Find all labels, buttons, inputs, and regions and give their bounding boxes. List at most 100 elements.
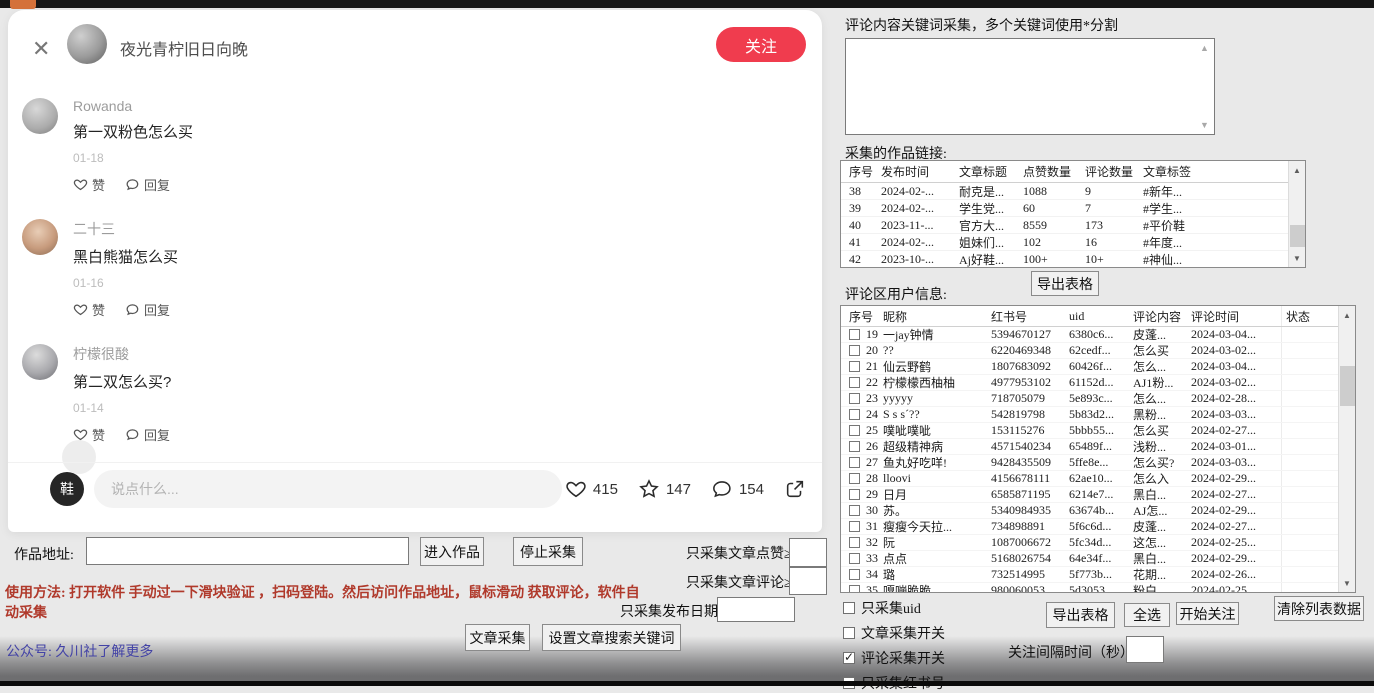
publish-date-input[interactable]	[717, 597, 795, 622]
row-checkbox[interactable]	[849, 393, 860, 404]
user-row[interactable]: 28 lloovi 4156678111 62ae10... 怎么入 2024-…	[841, 471, 1355, 487]
enter-article-button[interactable]: 进入作品	[420, 537, 484, 566]
user-row[interactable]: 34 璐 732514995 5f773b... 花期... 2024-02-2…	[841, 567, 1355, 583]
col-comment-count[interactable]: 评论数量	[1085, 163, 1143, 180]
col-comment-time[interactable]: 评论时间	[1191, 308, 1281, 325]
wechat-account-link[interactable]: 公众号: 久川社了解更多	[6, 641, 153, 661]
reply-button[interactable]: 回复	[125, 300, 170, 319]
user-row[interactable]: 21 仙云野鹤 1807683092 60426f... 怎么... 2024-…	[841, 359, 1355, 375]
row-checkbox[interactable]	[849, 345, 860, 356]
user-row[interactable]: 31 瘦瘦今天拉... 734898891 5f6c6d... 皮蓬... 20…	[841, 519, 1355, 535]
user-row[interactable]: 25 噗呲噗呲 153115276 5bbb55... 怎么买 2024-02-…	[841, 423, 1355, 439]
follow-button[interactable]: 关注	[716, 27, 806, 62]
articles-table-scrollbar[interactable]: ▲ ▼	[1288, 161, 1305, 267]
checkbox[interactable]	[843, 652, 855, 664]
export-users-button[interactable]: 导出表格	[1046, 602, 1115, 628]
col-like-count[interactable]: 点赞数量	[1023, 163, 1085, 180]
user-row[interactable]: 29 日月 6585871195 6214e7... 黑白... 2024-02…	[841, 487, 1355, 503]
author-name[interactable]: 夜光青柠旧日向晚	[120, 36, 248, 60]
scroll-up-icon[interactable]: ▲	[1197, 41, 1212, 55]
article-row[interactable]: 42 2023-10-... Aj好鞋... 100+ 10+ #神仙...	[841, 251, 1305, 268]
article-row[interactable]: 40 2023-11-... 官方大... 8559 173 #平价鞋	[841, 217, 1305, 234]
articles-table-header[interactable]: 序号 发布时间 文章标题 点赞数量 评论数量 文章标签	[841, 161, 1305, 183]
user-row[interactable]: 20 ?? 6220469348 62cedf... 怎么买 2024-03-0…	[841, 343, 1355, 359]
share-button[interactable]	[784, 478, 806, 500]
row-checkbox[interactable]	[849, 361, 860, 372]
clear-list-button[interactable]: 清除列表数据	[1274, 596, 1364, 621]
user-row[interactable]: 30 苏。 5340984935 63674b... AJ怎... 2024-0…	[841, 503, 1355, 519]
col-index[interactable]: 序号	[841, 163, 881, 180]
commenter-name[interactable]: Rowanda	[73, 98, 193, 114]
reply-button[interactable]: 回复	[125, 175, 170, 194]
author-avatar[interactable]	[67, 24, 107, 64]
row-checkbox[interactable]	[849, 329, 860, 340]
user-row[interactable]: 27 鱼丸好吃咩! 9428435509 5ffe8e... 怎么买? 2024…	[841, 455, 1355, 471]
user-row[interactable]: 35 嘎嘣脆脆 980060053 5d3053... 粉白 2024-02-2…	[841, 583, 1355, 593]
user-row[interactable]: 22 柠檬檬西柚柚 4977953102 61152d... AJ1粉... 2…	[841, 375, 1355, 391]
col-redbook-id[interactable]: 红书号	[991, 308, 1069, 325]
users-table-scrollbar[interactable]: ▲ ▼	[1338, 306, 1355, 592]
col-uid[interactable]: uid	[1069, 309, 1133, 324]
follow-interval-input[interactable]	[1126, 636, 1164, 663]
col-index[interactable]: 序号	[841, 308, 883, 325]
start-follow-button[interactable]: 开始关注	[1176, 602, 1239, 625]
row-checkbox[interactable]	[849, 489, 860, 500]
row-checkbox[interactable]	[849, 521, 860, 532]
close-icon[interactable]: ✕	[32, 36, 50, 62]
option-checkbox-row[interactable]: 只采集uid	[843, 598, 945, 618]
textarea-scrollbar[interactable]: ▲ ▼	[1197, 41, 1212, 132]
article-row[interactable]: 38 2024-02-... 耐克是... 1088 9 #新年...	[841, 183, 1305, 200]
col-status[interactable]: 状态	[1281, 306, 1331, 326]
row-checkbox[interactable]	[849, 425, 860, 436]
min-comments-input[interactable]	[789, 567, 827, 595]
article-collect-button[interactable]: 文章采集	[465, 624, 530, 651]
keyword-textarea[interactable]: ▲ ▼	[845, 38, 1215, 135]
user-row[interactable]: 26 超级精神病 4571540234 65489f... 浅粉... 2024…	[841, 439, 1355, 455]
row-checkbox[interactable]	[849, 569, 860, 580]
commenter-avatar[interactable]	[22, 344, 58, 380]
row-checkbox[interactable]	[849, 505, 860, 516]
row-checkbox[interactable]	[849, 537, 860, 548]
scroll-down-icon[interactable]: ▼	[1289, 250, 1305, 266]
article-row[interactable]: 39 2024-02-... 学生党... 60 7 #学生...	[841, 200, 1305, 217]
reply-button[interactable]: 回复	[125, 425, 170, 444]
export-articles-button[interactable]: 导出表格	[1031, 271, 1099, 296]
col-article-tags[interactable]: 文章标签	[1143, 163, 1223, 180]
col-article-title[interactable]: 文章标题	[959, 163, 1023, 180]
user-row[interactable]: 19 一jay钟情 5394670127 6380c6... 皮蓬... 202…	[841, 327, 1355, 343]
commenter-name[interactable]: 柠檬很酸	[73, 344, 171, 364]
commenter-avatar[interactable]	[22, 98, 58, 134]
scrollbar-thumb[interactable]	[1290, 225, 1305, 247]
scroll-up-icon[interactable]: ▲	[1339, 307, 1355, 323]
stop-collect-button[interactable]: 停止采集	[513, 537, 583, 566]
comment-input[interactable]: 说点什么...	[94, 470, 562, 508]
checkbox[interactable]	[843, 627, 855, 639]
commenter-avatar[interactable]	[22, 219, 58, 255]
commenter-name[interactable]: 二十三	[73, 219, 178, 239]
col-nickname[interactable]: 昵称	[883, 308, 991, 325]
likes-stat[interactable]: 415	[565, 478, 618, 500]
scroll-down-icon[interactable]: ▼	[1339, 575, 1355, 591]
col-comment-content[interactable]: 评论内容	[1133, 308, 1191, 325]
select-all-button[interactable]: 全选	[1124, 603, 1170, 627]
like-button[interactable]: 赞	[73, 175, 105, 194]
row-checkbox[interactable]	[849, 409, 860, 420]
user-row[interactable]: 32 阮 1087006672 5fc34d... 这怎... 2024-02-…	[841, 535, 1355, 551]
favorites-stat[interactable]: 147	[638, 478, 691, 500]
row-checkbox[interactable]	[849, 585, 860, 593]
checkbox[interactable]	[843, 602, 855, 614]
min-likes-input[interactable]	[789, 538, 827, 567]
user-row[interactable]: 33 点点 5168026754 64e34f... 黑白... 2024-02…	[841, 551, 1355, 567]
like-button[interactable]: 赞	[73, 300, 105, 319]
row-checkbox[interactable]	[849, 441, 860, 452]
user-row[interactable]: 24 S s s´?? 542819798 5b83d2... 黑粉... 20…	[841, 407, 1355, 423]
user-row[interactable]: 23 yyyyy 718705079 5e893c... 怎么... 2024-…	[841, 391, 1355, 407]
row-checkbox[interactable]	[849, 377, 860, 388]
comments-stat[interactable]: 154	[711, 478, 764, 500]
article-row[interactable]: 41 2024-02-... 姐妹们... 102 16 #年度...	[841, 234, 1305, 251]
option-checkbox-row[interactable]: 评论采集开关	[843, 648, 945, 668]
row-checkbox[interactable]	[849, 457, 860, 468]
row-checkbox[interactable]	[849, 553, 860, 564]
scroll-down-icon[interactable]: ▼	[1197, 118, 1212, 132]
set-search-keywords-button[interactable]: 设置文章搜索关键词	[542, 624, 681, 651]
